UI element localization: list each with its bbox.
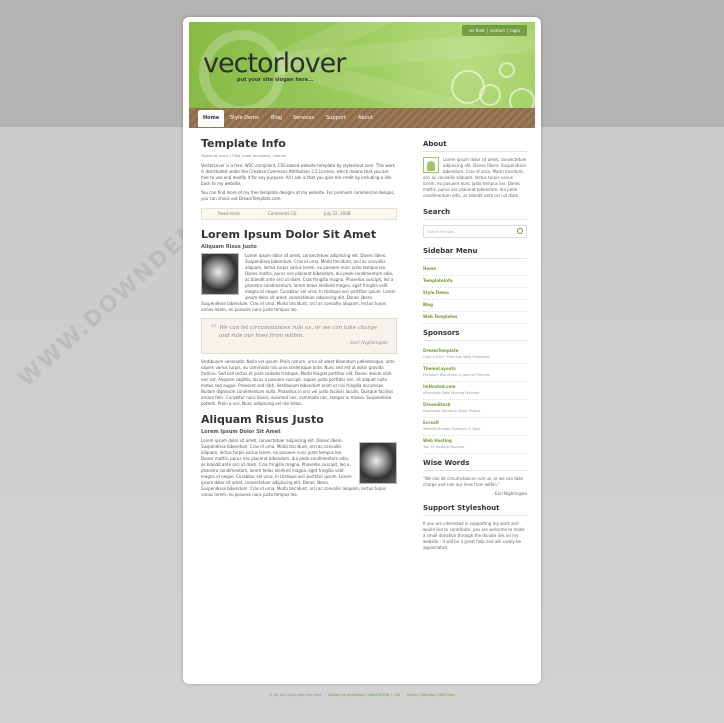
login-link[interactable]: login: [510, 28, 520, 33]
sidebar-menu-home[interactable]: Home: [423, 264, 527, 276]
decorative-circle: [479, 84, 501, 106]
page-container: vectorlover put your site slogan here...…: [183, 17, 541, 684]
post-paragraph: Vestibulum venenatis. Nulla vel ipsum. P…: [201, 359, 395, 406]
footer-links[interactable]: Home | Sitemap | RSS Feed: [407, 693, 455, 697]
sidebar: About Lorem ipsum dolor sit amet, consec…: [423, 141, 527, 554]
wise-words-author: - Earl Nightingale: [492, 491, 527, 496]
footer-design-credit[interactable]: Design by styleshout | Valid XHTML | CSS: [328, 693, 400, 697]
nav-style-demo[interactable]: Style Demo: [230, 115, 259, 121]
post-title[interactable]: Aliquam Risus Justo: [201, 413, 397, 426]
sidebar-menu-blog[interactable]: Blog: [423, 300, 527, 312]
quote-author: - Earl Nightingale: [347, 341, 388, 346]
nav-blog[interactable]: Blog: [271, 115, 282, 121]
wise-words-quote: "We can let circumstances rule us, or we…: [423, 476, 523, 487]
footer-copyright: © All your copyright info here: [269, 693, 322, 697]
sponsor-item[interactable]: ThemeLayouts Premium WordPress & Joomla T…: [423, 364, 527, 382]
footer: © All your copyright info here Design by…: [0, 693, 724, 697]
support-text: If you are interested in supporting my w…: [423, 521, 525, 550]
post-paragraph: VectorLover is a free, W3C-compliant, CS…: [201, 163, 396, 186]
sidebar-heading: Wise Words: [423, 460, 527, 471]
blockquote: “ We can let circumstances rule us, or w…: [201, 318, 397, 354]
sidebar-heading: Sponsors: [423, 330, 527, 341]
nav-home[interactable]: Home: [198, 110, 225, 127]
site-title[interactable]: vectorlover: [203, 48, 346, 79]
post-meta: Posted by erwin | Filed under templates,…: [201, 154, 287, 158]
main-nav: Home Style Demo Blog Services Support Ab…: [189, 108, 535, 128]
firefox-thumbnail: [201, 253, 239, 295]
sponsor-item[interactable]: DreamTemplate Over 6,000+ Premium Web Tem…: [423, 346, 527, 364]
search-icon[interactable]: [517, 228, 523, 234]
site-slogan: put your site slogan here...: [237, 77, 314, 83]
contact-link[interactable]: contact: [490, 28, 505, 33]
comments-link[interactable]: Comments (3): [268, 211, 297, 217]
top-links: rss feed | contact | login: [461, 25, 527, 36]
sidebar-heading: Sidebar Menu: [423, 248, 527, 259]
sidebar-heading: About: [423, 141, 527, 152]
decorative-circle: [499, 62, 515, 78]
post-paragraph: You can find more of my free template de…: [201, 190, 395, 201]
search-box[interactable]: Search the site...: [423, 225, 527, 238]
nav-services[interactable]: Services: [293, 115, 314, 121]
sponsor-item[interactable]: ImHosted.com Affordable Web Hosting Provi…: [423, 382, 527, 400]
post-subtitle: Aliquam Risus Justo: [201, 244, 257, 250]
quote-text: We can let circumstances rule us, or we …: [219, 325, 378, 339]
post-title[interactable]: Lorem Ipsum Dolor Sit Amet: [201, 228, 397, 241]
sidebar-menu-web-templates[interactable]: Web Templates: [423, 312, 527, 324]
rss-feed-link[interactable]: rss feed: [469, 28, 485, 33]
post-title[interactable]: Template Info: [201, 137, 397, 151]
sponsor-item[interactable]: Evrsoft Website Builder Software & Tools: [423, 418, 527, 436]
sidebar-menu-templateinfo[interactable]: TemplateInfo: [423, 276, 527, 288]
sidebar-heading: Search: [423, 209, 527, 220]
sponsor-item[interactable]: Web Hosting Top 10 Hosting Reviews: [423, 436, 527, 454]
main-content: Template Info Posted by erwin | Filed un…: [201, 137, 397, 501]
search-input[interactable]: Search the site...: [427, 229, 457, 235]
post-subtitle: Lorem Ipsum Dolor Sit Amet: [201, 429, 281, 435]
sponsor-item[interactable]: DreamStock Download Amazing Stock Photos: [423, 400, 527, 418]
firefox-thumbnail: [359, 442, 397, 484]
read-more-link[interactable]: Read more: [218, 211, 240, 217]
avatar-icon: [423, 157, 439, 173]
sidebar-menu-style-demo[interactable]: Style Demo: [423, 288, 527, 300]
post-date: July 22, 2008: [324, 211, 351, 216]
sidebar-heading: Support Styleshout: [423, 505, 527, 516]
nav-support[interactable]: Support: [326, 115, 346, 121]
quote-mark-icon: “: [210, 322, 218, 338]
nav-about[interactable]: About: [358, 115, 373, 121]
post-footer: Read more Comments (3) July 22, 2008: [201, 208, 397, 220]
